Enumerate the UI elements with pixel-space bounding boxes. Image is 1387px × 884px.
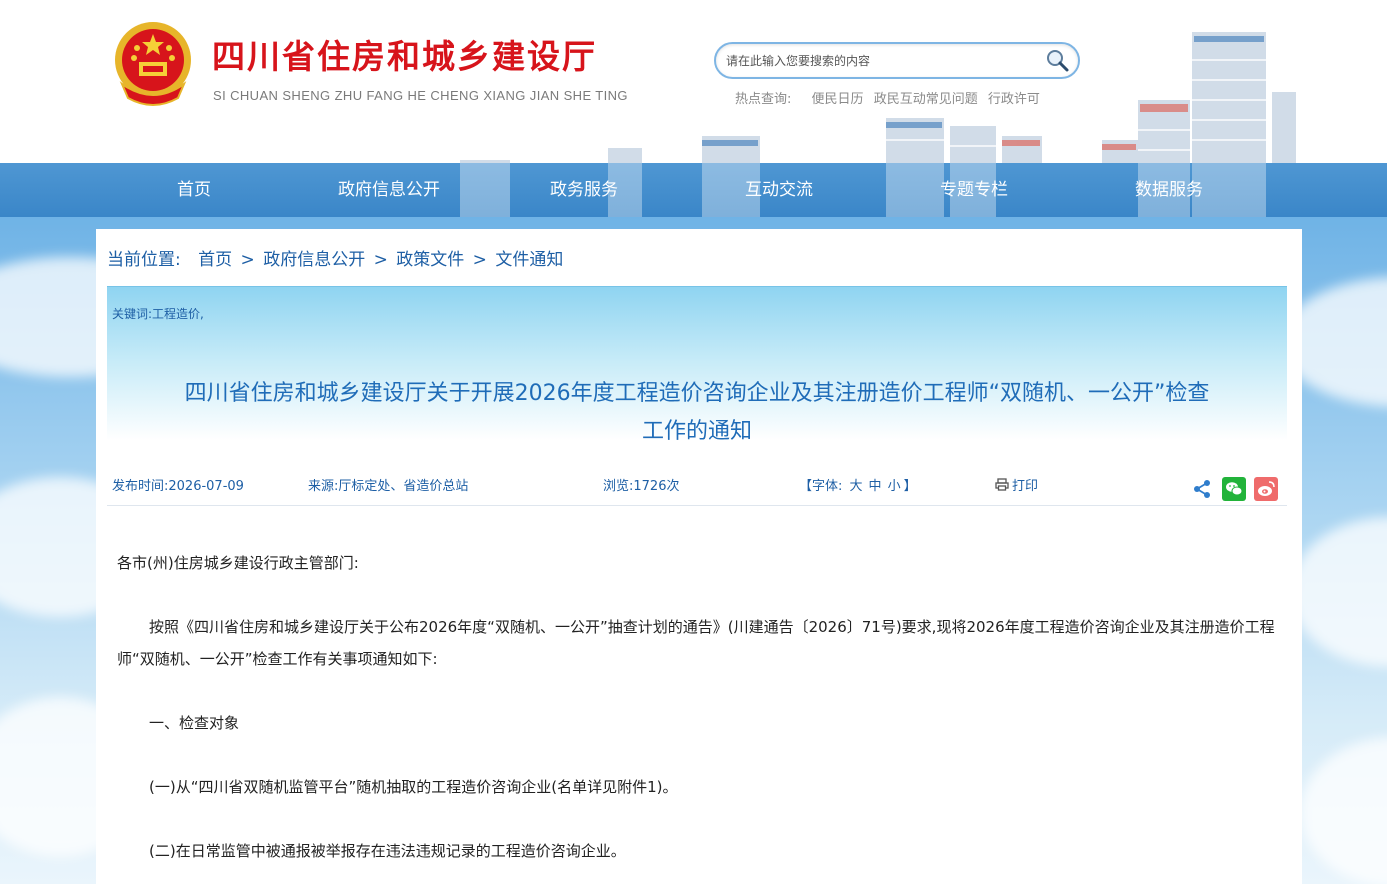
national-emblem-icon: [115, 22, 191, 106]
breadcrumb-notices[interactable]: 文件通知: [495, 250, 563, 270]
font-size-label: 【字体:: [799, 479, 843, 494]
article-keywords: 关键词:工程造价,: [112, 307, 204, 321]
breadcrumb-label: 当前位置:: [107, 250, 181, 270]
source-label: 来源:: [308, 479, 339, 494]
breadcrumb-separator: >: [472, 250, 487, 270]
font-size-close: 】: [903, 479, 917, 494]
site-subtitle: SI CHUAN SHENG ZHU FANG HE CHENG XIANG J…: [213, 88, 628, 103]
print-button[interactable]: 打印: [995, 475, 1038, 494]
publish-date-value: 2026-07-09: [168, 479, 244, 494]
breadcrumb-home[interactable]: 首页: [198, 250, 232, 270]
publish-date: 发布时间:2026-07-09: [112, 475, 244, 494]
breadcrumb: 当前位置: 首页 > 政府信息公开 > 政策文件 > 文件通知: [107, 245, 563, 270]
breadcrumb-gov-info[interactable]: 政府信息公开: [263, 250, 365, 270]
article-title-line2: 工作的通知: [641, 419, 752, 444]
search-box: [714, 42, 1080, 79]
article-section-heading: 一、检查对象: [149, 714, 240, 732]
site-header: 四川省住房和城乡建设厅 SI CHUAN SHENG ZHU FANG HE C…: [0, 0, 1387, 163]
article-title-line1: 四川省住房和城乡建设厅关于开展2026年度工程造价咨询企业及其注册造价工程师“双…: [184, 381, 1210, 406]
article-paragraph-item1: (一)从“四川省双随机监管平台”随机抽取的工程造价咨询企业(名单详见附件1)。: [149, 778, 678, 796]
weibo-icon[interactable]: [1254, 477, 1278, 501]
article-title: 四川省住房和城乡建设厅关于开展2026年度工程造价咨询企业及其注册造价工程师“双…: [107, 375, 1287, 451]
search-input[interactable]: [726, 52, 1036, 70]
view-count-label: 浏览:: [603, 479, 634, 494]
view-count-value: 1726次: [633, 479, 680, 494]
nav-home[interactable]: 首页: [119, 163, 269, 217]
nav-gov-info[interactable]: 政府信息公开: [314, 163, 464, 217]
hot-link-calendar[interactable]: 便民日历: [812, 92, 864, 107]
breadcrumb-separator: >: [240, 250, 255, 270]
nav-interaction[interactable]: 互动交流: [704, 163, 854, 217]
search-icon[interactable]: [1044, 48, 1070, 74]
font-size-large[interactable]: 大: [850, 479, 863, 494]
wechat-icon[interactable]: [1222, 477, 1246, 501]
font-size-small[interactable]: 小: [888, 479, 901, 494]
nav-data-service[interactable]: 数据服务: [1094, 163, 1244, 217]
article-body: 各市(州)住房城乡建设行政主管部门: 按照《四川省住房和城乡建设厅关于公布202…: [117, 547, 1279, 884]
hot-search-row: 热点查询: 便民日历 政民互动常见问题 行政许可: [735, 88, 1046, 107]
site-title: 四川省住房和城乡建设厅: [212, 37, 597, 76]
nav-gov-service[interactable]: 政务服务: [509, 163, 659, 217]
hot-link-permit[interactable]: 行政许可: [988, 92, 1040, 107]
hot-link-faq[interactable]: 政民互动常见问题: [874, 92, 978, 107]
source-value: 厅标定处、省造价总站: [338, 479, 469, 494]
article-header: 关键词:工程造价, 四川省住房和城乡建设厅关于开展2026年度工程造价咨询企业及…: [107, 286, 1287, 506]
article-source: 来源:厅标定处、省造价总站: [308, 475, 468, 494]
article-paragraph-intro: 按照《四川省住房和城乡建设厅关于公布2026年度“双随机、一公开”抽查计划的通告…: [117, 618, 1275, 668]
main-nav: 首页 政府信息公开 政务服务 互动交流 专题专栏 数据服务: [0, 163, 1387, 217]
print-label: 打印: [1012, 479, 1039, 494]
publish-date-label: 发布时间:: [112, 479, 169, 494]
printer-icon: [995, 478, 1009, 491]
city-skyline-banner: [460, 32, 1296, 163]
content-panel: 当前位置: 首页 > 政府信息公开 > 政策文件 > 文件通知 关键词:工程造价…: [96, 229, 1302, 884]
font-size-medium[interactable]: 中: [869, 479, 882, 494]
share-icon[interactable]: [1190, 477, 1214, 501]
breadcrumb-separator: >: [373, 250, 388, 270]
nav-special-topics[interactable]: 专题专栏: [899, 163, 1049, 217]
header-divider: [107, 505, 1287, 506]
article-paragraph-item2: (二)在日常监管中被通报被举报存在违法违规记录的工程造价咨询企业。: [149, 842, 626, 860]
breadcrumb-policy-docs[interactable]: 政策文件: [396, 250, 464, 270]
share-bar: [1190, 477, 1286, 501]
article-paragraph-salutation: 各市(州)住房城乡建设行政主管部门:: [117, 554, 359, 572]
font-size-control: 【字体: 大中小】: [799, 475, 917, 494]
hot-search-label: 热点查询:: [735, 92, 792, 107]
view-count: 浏览:1726次: [603, 475, 679, 494]
